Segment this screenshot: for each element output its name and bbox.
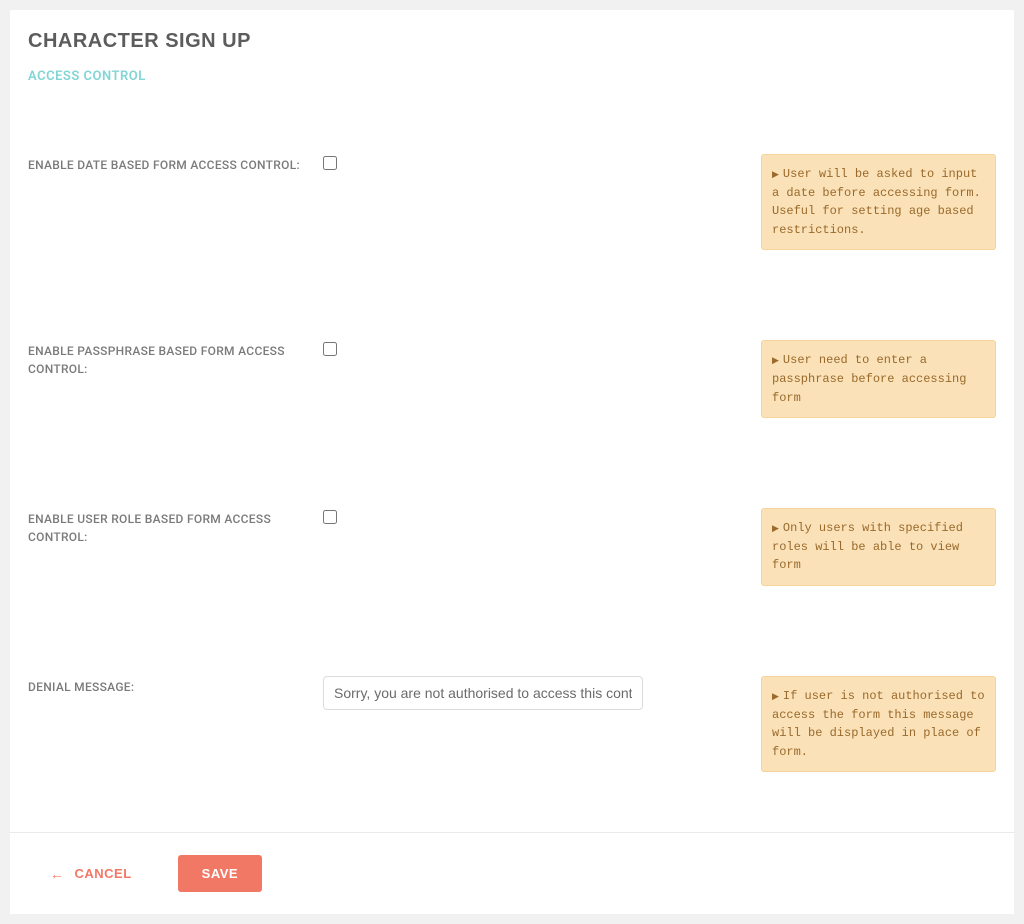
denial-message-label: DENIAL MESSAGE:	[28, 676, 323, 696]
denial-message-hint: If user is not authorised to access the …	[761, 676, 996, 772]
role-access-hint: Only users with specified roles will be …	[761, 508, 996, 586]
row-role-access: ENABLE USER ROLE BASED FORM ACCESS CONTR…	[28, 508, 996, 586]
denial-message-input[interactable]	[323, 676, 643, 710]
settings-panel: CHARACTER SIGN UP ACCESS CONTROL ENABLE …	[10, 10, 1014, 914]
role-access-label: ENABLE USER ROLE BASED FORM ACCESS CONTR…	[28, 508, 323, 546]
enable-role-checkbox[interactable]	[323, 510, 337, 524]
page-title: CHARACTER SIGN UP	[28, 30, 996, 53]
date-access-label: ENABLE DATE BASED FORM ACCESS CONTROL:	[28, 154, 323, 174]
section-title: ACCESS CONTROL	[28, 69, 996, 84]
cancel-button-label: CANCEL	[75, 866, 132, 881]
passphrase-access-label: ENABLE PASSPHRASE BASED FORM ACCESS CONT…	[28, 340, 323, 378]
enable-passphrase-checkbox[interactable]	[323, 342, 337, 356]
enable-date-checkbox[interactable]	[323, 156, 337, 170]
passphrase-access-input-col	[323, 340, 663, 360]
row-denial-message: DENIAL MESSAGE: If user is not authorise…	[28, 676, 996, 772]
panel-body: CHARACTER SIGN UP ACCESS CONTROL ENABLE …	[10, 10, 1014, 832]
passphrase-access-hint: User need to enter a passphrase before a…	[761, 340, 996, 418]
date-access-hint: User will be asked to input a date befor…	[761, 154, 996, 250]
cancel-button[interactable]: ← CANCEL	[50, 866, 132, 882]
footer-bar: ← CANCEL SAVE	[10, 832, 1014, 914]
row-passphrase-access: ENABLE PASSPHRASE BASED FORM ACCESS CONT…	[28, 340, 996, 418]
save-button[interactable]: SAVE	[178, 855, 262, 892]
role-access-input-col	[323, 508, 663, 528]
date-access-input-col	[323, 154, 663, 174]
denial-message-input-col	[323, 676, 663, 710]
save-button-label: SAVE	[202, 866, 238, 881]
arrow-left-icon: ←	[50, 866, 65, 882]
row-date-access: ENABLE DATE BASED FORM ACCESS CONTROL: U…	[28, 154, 996, 250]
